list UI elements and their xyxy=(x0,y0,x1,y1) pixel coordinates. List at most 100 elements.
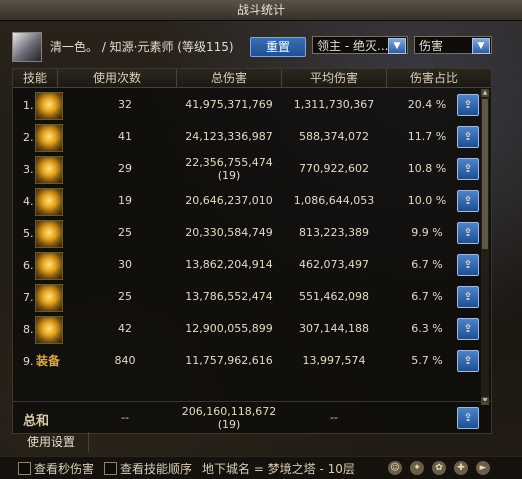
avg-value: 1,086,644,053 xyxy=(293,194,375,207)
avg-value: 307,144,188 xyxy=(299,322,369,335)
chevron-down-icon: ▼ xyxy=(388,38,406,54)
uses-value: 30 xyxy=(118,258,132,271)
skill-icon[interactable] xyxy=(35,124,63,152)
second-damage-checkbox[interactable] xyxy=(18,462,31,475)
pct-value: 11.7 % xyxy=(407,130,447,143)
stats-table: 技能 使用次数 总伤害 平均伤害 伤害占比 1. 32 41,975,371,7… xyxy=(12,68,492,434)
pct-value: 6.7 % xyxy=(411,258,443,271)
summary-avg: -- xyxy=(330,411,338,424)
mode-select-value: 领主 - 绝灭... xyxy=(317,39,389,53)
avg-value: 588,374,072 xyxy=(299,130,369,143)
total-value: 41,975,371,769 xyxy=(185,98,273,111)
battle-stats-window: 战斗统计 清一色。 / 知源·元素师 (等级115) 重置 领主 - 绝灭...… xyxy=(0,0,522,479)
table-row: 6. 30 13,862,204,914 462,073,497 6.7 % ⇪ xyxy=(13,249,491,281)
share-icon[interactable]: ⇪ xyxy=(457,126,479,148)
uses-value: 29 xyxy=(118,162,132,175)
skill-order-checkbox[interactable] xyxy=(104,462,117,475)
pct-value: 6.3 % xyxy=(411,322,443,335)
table-row: 5. 25 20,330,584,749 813,223,389 9.9 % ⇪ xyxy=(13,217,491,249)
total-value: 24,123,336,987 xyxy=(185,130,273,143)
skill-icon[interactable] xyxy=(35,220,63,248)
share-icon[interactable]: ⇪ xyxy=(457,254,479,276)
buff-icon[interactable]: ✿ xyxy=(432,461,446,475)
second-damage-label: 查看秒伤害 xyxy=(34,462,95,476)
uses-value: 19 xyxy=(118,194,132,207)
arrow-right-icon[interactable]: ► xyxy=(476,461,490,475)
row-index: 5. xyxy=(23,227,34,240)
total-value: 12,900,055,899 xyxy=(185,322,273,335)
table-row: 9. 装备 840 11,757,962,616 13,997,574 5.7 … xyxy=(13,345,491,377)
pct-value: 9.9 % xyxy=(411,226,443,239)
character-info: 清一色。 / 知源·元素师 (等级115) xyxy=(50,40,234,54)
skill-icon[interactable] xyxy=(35,316,63,344)
skill-icon[interactable] xyxy=(35,92,63,120)
metric-select-value: 伤害 xyxy=(419,39,444,53)
skill-icon[interactable] xyxy=(35,252,63,280)
scroll-thumb[interactable] xyxy=(482,99,488,249)
pct-value: 6.7 % xyxy=(411,290,443,303)
column-total[interactable]: 总伤害 xyxy=(177,69,282,87)
skill-icon[interactable] xyxy=(35,284,63,312)
share-icon[interactable]: ⇪ xyxy=(457,407,479,429)
pct-value: 10.8 % xyxy=(407,162,447,175)
share-icon[interactable]: ⇪ xyxy=(457,350,479,372)
avg-value: 770,922,602 xyxy=(299,162,369,175)
footer-bar: 查看秒伤害 查看技能顺序 地下城名 = 梦境之塔 - 10层 ☺ ✦ ✿ ✚ ► xyxy=(0,456,522,479)
chevron-down-icon: ▼ xyxy=(472,38,490,54)
uses-value: 41 xyxy=(118,130,132,143)
uses-value: 25 xyxy=(118,226,132,239)
row-index: 7. xyxy=(23,291,34,304)
uses-value: 32 xyxy=(118,98,132,111)
table-row: 2. 41 24,123,336,987 588,374,072 11.7 % … xyxy=(13,121,491,153)
reset-button[interactable]: 重置 xyxy=(250,37,306,57)
share-icon[interactable]: ⇪ xyxy=(457,94,479,116)
summary-row: 总和 -- 206,160,118,672 (19) -- ⇪ xyxy=(13,401,491,434)
skill-icon[interactable] xyxy=(35,188,63,216)
gift-icon[interactable]: ✦ xyxy=(410,461,424,475)
pct-value: 5.7 % xyxy=(411,354,443,367)
pct-value: 10.0 % xyxy=(407,194,447,207)
avg-value: 462,073,497 xyxy=(299,258,369,271)
row-index: 9. xyxy=(23,355,34,368)
total-value: 13,786,552,474 xyxy=(185,290,273,303)
pct-value: 20.4 % xyxy=(407,98,447,111)
summary-total: 206,160,118,672 xyxy=(181,405,277,418)
equipment-label[interactable]: 装备 xyxy=(35,348,61,374)
avg-value: 13,997,574 xyxy=(302,354,366,367)
row-index: 4. xyxy=(23,195,34,208)
character-avatar xyxy=(12,32,42,62)
header: 清一色。 / 知源·元素师 (等级115) 重置 领主 - 绝灭... ▼ 伤害… xyxy=(8,26,518,66)
row-index: 3. xyxy=(23,163,34,176)
table-row: 8. 42 12,900,055,899 307,144,188 6.3 % ⇪ xyxy=(13,313,491,345)
window-title: 战斗统计 xyxy=(0,0,522,21)
total-value: 20,646,237,010 xyxy=(185,194,273,207)
share-icon[interactable]: ⇪ xyxy=(457,318,479,340)
column-skill[interactable]: 技能 xyxy=(13,69,58,87)
settings-tab[interactable]: 使用设置 xyxy=(14,432,89,452)
uses-value: 42 xyxy=(118,322,132,335)
total-value: 22,356,755,474 xyxy=(185,156,273,169)
table-row: 1. 32 41,975,371,769 1,311,730,367 20.4 … xyxy=(13,89,491,121)
row-index: 2. xyxy=(23,131,34,144)
avg-value: 1,311,730,367 xyxy=(293,98,375,111)
scrollbar[interactable]: ▲ ▼ xyxy=(481,89,489,405)
table-row: 4. 19 20,646,237,010 1,086,644,053 10.0 … xyxy=(13,185,491,217)
metric-select[interactable]: 伤害 ▼ xyxy=(414,36,492,54)
share-icon[interactable]: ⇪ xyxy=(457,286,479,308)
column-uses[interactable]: 使用次数 xyxy=(58,69,177,87)
uses-value: 25 xyxy=(118,290,132,303)
share-icon[interactable]: ⇪ xyxy=(457,190,479,212)
mode-select[interactable]: 领主 - 绝灭... ▼ xyxy=(312,36,408,54)
pet-icon[interactable]: ☺ xyxy=(388,461,402,475)
column-pct[interactable]: 伤害占比 xyxy=(387,69,481,87)
table-row: 3. 29 22,356,755,474 (19) 770,922,602 10… xyxy=(13,153,491,185)
item-icon[interactable]: ✚ xyxy=(454,461,468,475)
share-icon[interactable]: ⇪ xyxy=(457,158,479,180)
uses-value: 840 xyxy=(114,354,136,367)
column-avg[interactable]: 平均伤害 xyxy=(282,69,387,87)
skill-icon[interactable] xyxy=(35,156,63,184)
scroll-up-icon[interactable]: ▲ xyxy=(481,89,489,97)
summary-label: 总和 xyxy=(23,414,50,429)
share-icon[interactable]: ⇪ xyxy=(457,222,479,244)
summary-total-extra: (19) xyxy=(217,418,241,431)
